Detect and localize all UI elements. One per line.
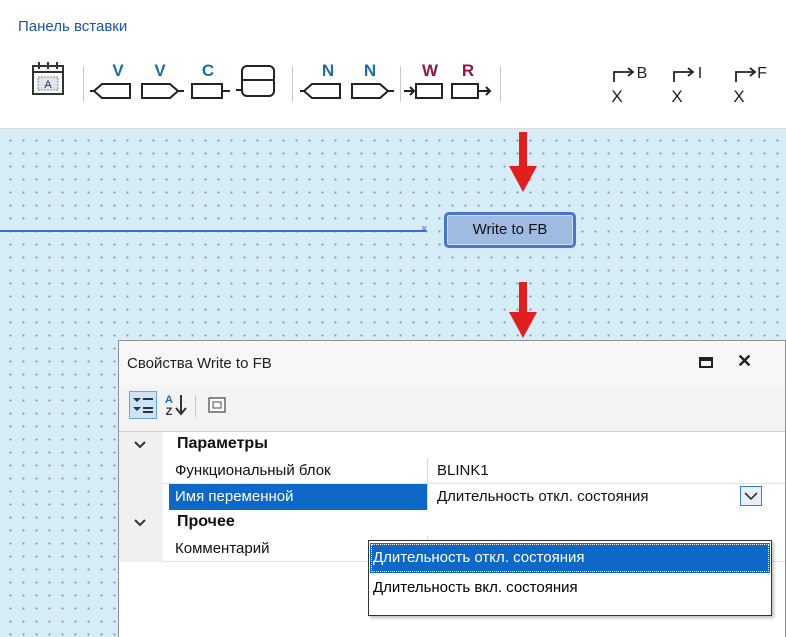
properties-toolbar: A Z <box>119 387 785 427</box>
svg-text:C: C <box>202 61 214 80</box>
property-name: Функциональный блок <box>175 462 331 479</box>
property-value[interactable]: BLINK1 <box>437 462 489 479</box>
svg-text:X: X <box>611 87 622 106</box>
svg-text:A: A <box>44 79 52 91</box>
row-gutter <box>119 536 163 562</box>
dropdown-option[interactable]: Длительность вкл. состояния <box>370 573 770 603</box>
toolbar-separator <box>500 66 501 102</box>
category-row-other[interactable]: Прочее <box>119 510 785 536</box>
variable-name-combobox-value[interactable]: Длительность откл. состояния <box>437 488 737 505</box>
property-pages-button[interactable] <box>203 391 231 419</box>
chevron-down-icon <box>744 492 758 501</box>
property-name-cell: Функциональный блок <box>169 458 428 484</box>
write-variable-tool[interactable]: V <box>138 58 188 116</box>
write-network-icon: N <box>351 61 394 99</box>
property-pages-icon <box>208 397 226 413</box>
svg-text:R: R <box>462 61 474 80</box>
connection-endpoint-icon: × <box>421 223 428 235</box>
categorized-icon <box>133 398 153 413</box>
row-gutter <box>119 458 163 484</box>
properties-header: Свойства Write to FB ✕ <box>119 341 785 388</box>
properties-title: Свойства Write to FB <box>127 355 272 372</box>
sort-az-icon: A Z <box>165 394 187 418</box>
read-fb-icon: R <box>451 61 492 99</box>
connector-icon <box>236 65 275 97</box>
red-arrow-icon <box>509 132 537 192</box>
chevron-down-icon[interactable] <box>133 438 147 452</box>
toolbar-separator <box>292 66 293 102</box>
chevron-down-icon[interactable] <box>133 516 147 530</box>
convert-to-bool-tool[interactable]: B X <box>608 58 658 116</box>
property-name-cell-selected: Имя переменной <box>169 484 428 510</box>
insert-panel: Панель вставки A V V C N N W R B X I X F… <box>0 0 786 129</box>
property-row-variable-name[interactable]: Имя переменной Длительность откл. состоя… <box>119 484 785 510</box>
toolbar-separator <box>83 66 84 102</box>
categorized-view-button[interactable] <box>129 391 157 419</box>
convert-to-float-icon: F X <box>733 65 767 106</box>
category-label: Прочее <box>177 513 235 530</box>
read-network-tool[interactable]: N <box>300 58 350 116</box>
svg-text:B: B <box>637 65 648 82</box>
property-row-function-block[interactable]: Функциональный блок BLINK1 <box>119 458 785 484</box>
maximize-icon[interactable] <box>699 357 713 368</box>
alphabetical-view-button[interactable]: A Z <box>161 391 189 419</box>
svg-text:V: V <box>112 61 124 80</box>
read-network-icon: N <box>300 61 341 99</box>
svg-text:N: N <box>322 61 334 80</box>
calendar-icon: A <box>32 62 64 95</box>
convert-to-int-icon: I X <box>671 65 702 106</box>
category-row-parameters[interactable]: Параметры <box>119 432 785 458</box>
convert-to-int-tool[interactable]: I X <box>668 58 718 116</box>
calendar-block-tool[interactable]: A <box>30 58 80 116</box>
property-name: Имя переменной <box>175 488 294 505</box>
svg-text:V: V <box>154 61 166 80</box>
svg-text:N: N <box>364 61 376 80</box>
svg-text:X: X <box>733 87 744 106</box>
write-fb-icon: W <box>404 61 443 99</box>
svg-text:X: X <box>671 87 682 106</box>
svg-text:W: W <box>422 61 439 80</box>
property-name: Комментарий <box>175 540 270 557</box>
write-fb-tool[interactable]: W <box>402 58 452 116</box>
panel-title: Панель вставки <box>18 18 128 35</box>
read-variable-tool[interactable]: V <box>90 58 140 116</box>
connection-line[interactable] <box>0 230 426 232</box>
svg-text:A: A <box>165 394 173 406</box>
svg-text:I: I <box>698 65 702 82</box>
connector-tool[interactable] <box>234 58 284 116</box>
write-network-tool[interactable]: N <box>348 58 398 116</box>
red-arrow-icon <box>509 282 537 338</box>
toolbar-separator <box>400 66 401 102</box>
constant-tool[interactable]: C <box>188 58 238 116</box>
constant-icon: C <box>191 61 230 99</box>
svg-text:Z: Z <box>166 406 173 418</box>
convert-to-float-tool[interactable]: F X <box>730 58 780 116</box>
combobox-dropdown-button[interactable] <box>740 486 762 506</box>
variable-dropdown-list: Длительность откл. состояния Длительност… <box>368 540 772 616</box>
read-variable-icon: V <box>90 61 131 99</box>
dropdown-option-selected[interactable]: Длительность откл. состояния <box>370 543 770 573</box>
read-fb-tool[interactable]: R <box>448 58 498 116</box>
toolbar-separator <box>195 395 196 417</box>
svg-text:F: F <box>757 65 767 82</box>
write-variable-icon: V <box>141 61 184 99</box>
node-label: Write to FB <box>472 221 548 238</box>
convert-to-bool-icon: B X <box>611 65 648 106</box>
close-icon[interactable]: ✕ <box>737 351 752 372</box>
row-gutter <box>119 484 163 510</box>
category-label: Параметры <box>177 435 268 452</box>
write-to-fb-node[interactable]: Write to FB <box>444 212 576 248</box>
